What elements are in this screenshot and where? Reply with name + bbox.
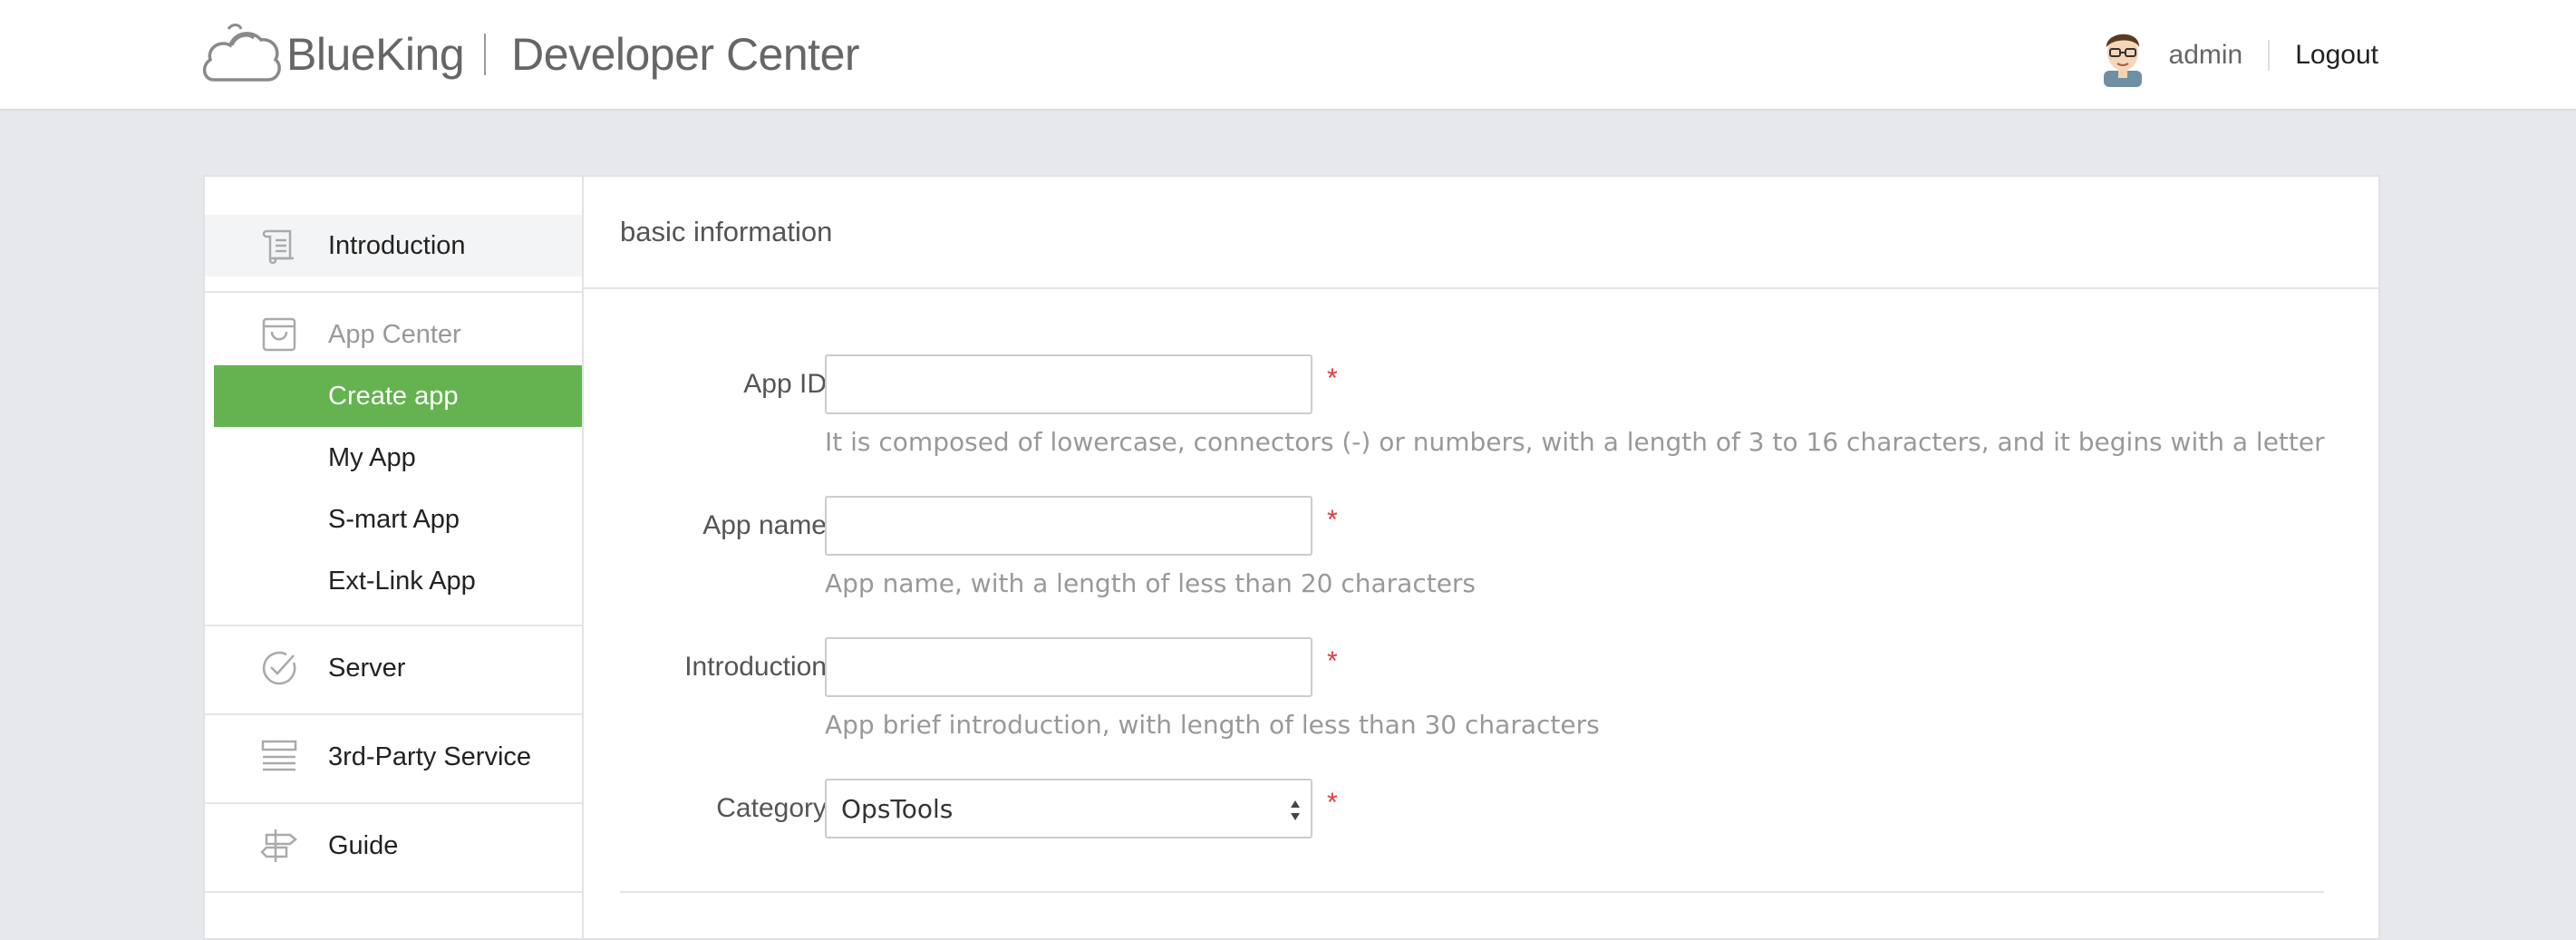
sidebar: Introduction App Center Create app My Ap… xyxy=(205,177,584,938)
app-name-hint: App name, with a length of less than 20 … xyxy=(825,568,1477,598)
shopping-bag-icon xyxy=(262,317,296,352)
brand[interactable]: BlueKing Developer Center xyxy=(201,20,860,89)
sidebar-item-guide[interactable]: Guide xyxy=(205,815,582,877)
sidebar-item-my-app[interactable]: My App xyxy=(214,427,582,489)
page-title: Developer Center xyxy=(511,29,860,80)
category-selected-value: OpsTools xyxy=(841,793,954,824)
required-mark: * xyxy=(1327,646,1338,676)
logout-link[interactable]: Logout xyxy=(2295,40,2378,71)
sidebar-item-label: My App xyxy=(328,442,416,472)
app-name-label: App name xyxy=(702,510,827,540)
sidebar-item-introduction[interactable]: Introduction xyxy=(205,215,582,276)
top-bar: BlueKing Developer Center admin Logout xyxy=(0,0,2576,111)
brand-name: BlueKing xyxy=(286,29,465,80)
user-menu: admin Logout xyxy=(2095,24,2378,87)
signpost-icon xyxy=(260,829,297,862)
divider xyxy=(205,891,582,893)
sidebar-item-label: Guide xyxy=(328,830,399,860)
divider xyxy=(205,802,582,804)
form-divider xyxy=(620,891,2324,893)
scroll-icon xyxy=(262,229,294,265)
introduction-hint: App brief introduction, with length of l… xyxy=(825,710,1600,740)
required-mark: * xyxy=(1327,505,1338,535)
sidebar-item-label: Ext-Link App xyxy=(328,566,476,596)
sidebar-item-label: Create app xyxy=(328,381,459,411)
category-select[interactable]: OpsTools xyxy=(825,779,1312,838)
sidebar-item-3rd-party-service[interactable]: 3rd-Party Service xyxy=(205,726,582,788)
sidebar-group-label: App Center xyxy=(328,319,461,349)
check-circle-icon xyxy=(262,651,296,685)
server-list-icon xyxy=(261,740,297,771)
divider xyxy=(205,625,582,626)
username[interactable]: admin xyxy=(2169,40,2243,71)
blueking-cloud-logo xyxy=(202,24,281,82)
content-area: basic information App ID * It is compose… xyxy=(584,177,2378,938)
required-mark: * xyxy=(1327,788,1338,818)
app-id-hint: It is composed of lowercase, connectors … xyxy=(825,427,2325,457)
app-name-input[interactable] xyxy=(825,496,1312,556)
avatar[interactable] xyxy=(2095,24,2151,87)
main-panel: Introduction App Center Create app My Ap… xyxy=(203,175,2380,940)
sidebar-item-smart-app[interactable]: S-mart App xyxy=(214,489,582,550)
select-arrows-icon xyxy=(1291,800,1300,820)
sidebar-group-app-center[interactable]: App Center xyxy=(205,304,582,365)
sidebar-item-create-app[interactable]: Create app xyxy=(214,365,582,427)
brand-separator xyxy=(484,34,487,75)
divider xyxy=(205,713,582,715)
section-title: basic information xyxy=(584,177,2378,289)
sidebar-item-server[interactable]: Server xyxy=(205,637,582,699)
app-id-input[interactable] xyxy=(825,354,1312,414)
category-label: Category xyxy=(716,793,827,823)
sidebar-item-label: 3rd-Party Service xyxy=(328,741,532,771)
user-separator xyxy=(2268,40,2271,71)
sidebar-item-label: Server xyxy=(328,653,406,683)
app-id-label: App ID xyxy=(743,369,827,399)
required-mark: * xyxy=(1327,363,1338,393)
sidebar-item-label: S-mart App xyxy=(328,504,460,534)
sidebar-item-ext-link-app[interactable]: Ext-Link App xyxy=(214,550,582,612)
divider xyxy=(205,291,582,293)
introduction-label: Introduction xyxy=(684,652,827,682)
sidebar-item-label: Introduction xyxy=(328,230,466,260)
introduction-input[interactable] xyxy=(825,637,1312,697)
